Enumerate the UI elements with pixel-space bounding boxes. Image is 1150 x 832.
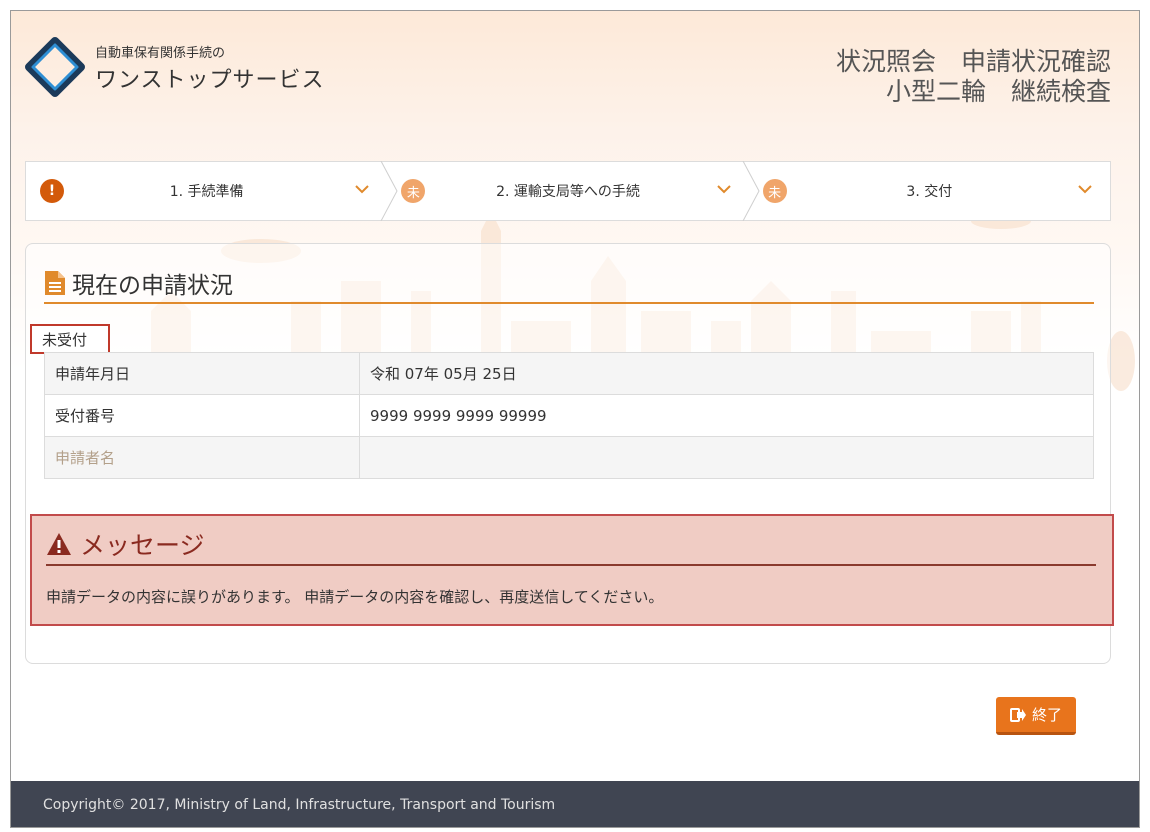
warning-icon	[47, 533, 71, 555]
logo-title: ワンストップサービス	[95, 68, 325, 93]
table-row: 申請者名	[44, 436, 1094, 479]
table-key: 申請者名	[44, 436, 360, 479]
document-icon	[45, 271, 65, 295]
table-value: 9999 9999 9999 99999	[359, 394, 1094, 437]
section-heading: 現在の申請状況	[44, 264, 1094, 304]
application-status-panel: 現在の申請状況 未受付 申請年月日 令和 07年 05月 25日 受付番号 99…	[25, 243, 1114, 664]
section-title: 現在の申請状況	[72, 273, 233, 299]
footer: Copyright© 2017, Ministry of Land, Infra…	[11, 781, 1139, 827]
table-row: 受付番号 9999 9999 9999 99999	[44, 394, 1094, 437]
one-stop-service-logo	[25, 37, 85, 97]
table-value: 令和 07年 05月 25日	[359, 352, 1094, 395]
progress-steps: ! 1. 手続準備 未 2. 運輸支局等への手続 未 3. 交付	[25, 161, 1111, 221]
table-row: 申請年月日 令和 07年 05月 25日	[44, 352, 1094, 395]
table-key: 受付番号	[44, 394, 360, 437]
step-label: 2. 運輸支局等への手続	[496, 184, 640, 200]
message-text: 申請データの内容に誤りがあります。 申請データの内容を確認し、再度送信してくださ…	[46, 588, 664, 606]
status-badge: 未受付	[30, 324, 110, 354]
step-separator	[742, 161, 760, 221]
chevron-down-icon[interactable]	[353, 180, 371, 198]
chevron-down-icon[interactable]	[715, 180, 733, 198]
step-label: 3. 交付	[906, 184, 953, 200]
step-preparation[interactable]: ! 1. 手続準備	[26, 161, 398, 221]
message-title: メッセージ	[80, 531, 205, 560]
page-title: 状況照会 申請状況確認 小型二輪 継続検査	[836, 47, 1111, 107]
chevron-down-icon[interactable]	[1076, 180, 1094, 198]
exit-button[interactable]: 終了	[996, 697, 1076, 735]
page-title-line2: 小型二輪 継続検査	[885, 77, 1111, 106]
step-separator	[380, 161, 398, 221]
application-info-table: 申請年月日 令和 07年 05月 25日 受付番号 9999 9999 9999…	[44, 352, 1094, 479]
page-title-line1: 状況照会 申請状況確認	[835, 47, 1111, 76]
logo-subtitle: 自動車保有関係手続の	[95, 46, 226, 61]
copyright-text: Copyright© 2017, Ministry of Land, Infra…	[43, 796, 556, 813]
table-value	[359, 436, 1094, 479]
error-message-box: メッセージ 申請データの内容に誤りがあります。 申請データの内容を確認し、再度送…	[30, 514, 1114, 626]
table-key: 申請年月日	[44, 352, 360, 395]
step-label: 1. 手続準備	[169, 184, 244, 200]
step-office-procedure[interactable]: 未 2. 運輸支局等への手続	[387, 161, 760, 221]
step-delivery[interactable]: 未 3. 交付	[749, 162, 1110, 220]
message-heading: メッセージ	[46, 524, 1096, 566]
sign-out-icon	[1009, 707, 1026, 722]
app-window: 自動車保有関係手続の ワンストップサービス 状況照会 申請状況確認 小型二輪 継…	[10, 10, 1140, 828]
exit-button-label: 終了	[1031, 706, 1062, 724]
